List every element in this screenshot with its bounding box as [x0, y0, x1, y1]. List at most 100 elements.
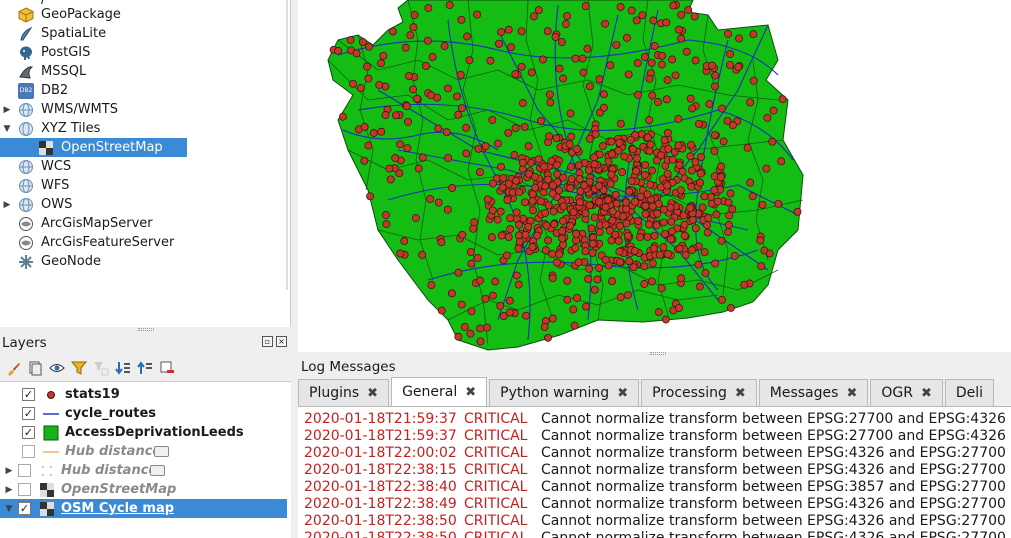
tab-plugins[interactable]: Plugins ✖ [298, 379, 390, 406]
accident-point [391, 154, 400, 163]
accident-point [469, 224, 478, 233]
close-tab-icon[interactable]: ✖ [367, 386, 378, 401]
paint-brush-icon[interactable] [4, 359, 22, 377]
layer-indicator-icon[interactable] [154, 446, 170, 457]
accident-point [746, 98, 755, 107]
close-tab-icon[interactable]: ✖ [846, 386, 857, 401]
accident-point [401, 43, 410, 52]
accident-point [671, 71, 680, 80]
accident-point [558, 227, 567, 236]
float-panel-icon[interactable]: ▫ [262, 336, 273, 347]
accident-point [682, 47, 691, 56]
accident-point [627, 6, 636, 15]
browser-item-geonode[interactable]: GeoNode [0, 252, 290, 271]
browser-item-wms-wmts[interactable]: ▶ WMS/WMTS [0, 100, 290, 119]
layer-visibility-checkbox[interactable]: ✓ [18, 502, 31, 515]
layer-openstreetmap[interactable]: ▶ OpenStreetMap [0, 480, 291, 499]
accident-point [584, 275, 593, 283]
tab-messages[interactable]: Messages ✖ [758, 379, 869, 406]
filter-icon[interactable] [70, 359, 88, 377]
layer-accessdeprivationleeds[interactable]: ✓ AccessDeprivationLeeds [0, 423, 291, 442]
expand-arrow-icon[interactable]: ▶ [0, 105, 14, 115]
layer-cycle-routes[interactable]: ✓ cycle_routes [0, 404, 291, 423]
browser-item-wcs[interactable]: WCS [0, 157, 290, 176]
accident-point [528, 243, 537, 251]
accident-point [634, 90, 642, 99]
accident-point [548, 189, 557, 198]
accident-point [542, 221, 551, 230]
accident-point [674, 114, 683, 123]
accident-point [458, 230, 467, 239]
accident-point [717, 162, 726, 171]
layer-hub-distance-1[interactable]: Hub distance [0, 442, 291, 461]
tab-processing[interactable]: Processing ✖ [641, 379, 757, 406]
close-tab-icon[interactable]: ✖ [617, 386, 628, 401]
browser-item-openstreetmap[interactable]: OpenStreetMap [0, 138, 290, 157]
browser-item-arcgisfeatureserver[interactable]: ArcGisFeatureServer [0, 233, 290, 252]
layer-label: AccessDeprivationLeeds [65, 425, 244, 440]
browser-item-geopackage[interactable]: GeoPackage [0, 5, 290, 24]
close-panel-icon[interactable]: × [276, 336, 287, 347]
remove-layer-icon[interactable] [158, 359, 176, 377]
tab-general[interactable]: General ✖ [391, 377, 488, 406]
layer-label: OpenStreetMap [61, 482, 177, 497]
layer-visibility-checkbox[interactable] [22, 445, 35, 458]
accident-point [440, 42, 449, 50]
accident-point [680, 220, 689, 229]
close-tab-icon[interactable]: ✖ [735, 386, 746, 401]
layer-visibility-checkbox[interactable]: ✓ [22, 407, 35, 420]
accident-point [465, 56, 474, 65]
layer-visibility-checkbox[interactable]: ✓ [22, 388, 35, 401]
browser-item-wfs[interactable]: WFS [0, 176, 290, 195]
eye-icon[interactable] [48, 359, 66, 377]
accident-point [629, 263, 638, 272]
browser-item-postgis[interactable]: PostGIS [0, 43, 290, 62]
filter-legend-icon[interactable] [92, 359, 110, 377]
collapse-arrow-icon[interactable]: ▼ [0, 504, 18, 514]
browser-item-mssql[interactable]: MSSQL [0, 62, 290, 81]
collapse-arrow-icon[interactable]: ▼ [0, 124, 14, 134]
browser-item-spatialite[interactable]: SpatiaLite [0, 24, 290, 43]
map-resize-grip[interactable] [650, 352, 666, 355]
expand-arrow-icon[interactable]: ▶ [0, 200, 14, 210]
expand-arrow-icon[interactable]: ▶ [0, 485, 18, 495]
layer-indicator-icon[interactable] [150, 465, 166, 476]
close-tab-icon[interactable]: ✖ [921, 386, 932, 401]
browser-item-xyz-tiles[interactable]: ▼ XYZ Tiles [0, 119, 290, 138]
close-tab-icon[interactable]: ✖ [465, 385, 476, 400]
accident-point [628, 145, 637, 154]
accident-point [581, 2, 590, 11]
accident-point [527, 68, 536, 77]
layer-hub-distance-2[interactable]: ▶ Hub distance [0, 461, 291, 480]
accident-point [677, 10, 686, 19]
layer-visibility-checkbox[interactable]: ✓ [22, 426, 35, 439]
panel-resize-grip[interactable] [138, 328, 154, 331]
layer-stats19[interactable]: ✓ stats19 [0, 385, 291, 404]
layer-visibility-checkbox[interactable] [18, 483, 31, 496]
add-group-icon[interactable] [26, 359, 44, 377]
collapse-all-icon[interactable] [136, 359, 154, 377]
accident-point [674, 141, 683, 150]
accident-point [724, 228, 733, 236]
accident-point [762, 164, 771, 173]
browser-item-db2[interactable]: DB2 DB2 [0, 81, 290, 100]
layer-osm-cycle-map[interactable]: ▼ ✓ OSM Cycle map [0, 499, 291, 518]
browser-item-arcgismapserver[interactable]: ArcGisMapServer [0, 214, 290, 233]
accident-point [615, 138, 624, 147]
tab-python-warning[interactable]: Python warning ✖ [489, 379, 640, 406]
accident-point [548, 250, 557, 259]
expand-arrow-icon[interactable]: ▶ [0, 466, 18, 476]
accident-point [511, 70, 520, 79]
browser-scrollbar[interactable] [286, 0, 288, 290]
accident-point [703, 228, 712, 237]
tab-ogr[interactable]: OGR ✖ [870, 379, 943, 406]
accident-point [364, 141, 373, 150]
map-render[interactable] [298, 0, 1011, 352]
tab-deli[interactable]: Deli [944, 379, 995, 406]
map-canvas[interactable] [298, 0, 1011, 352]
layer-visibility-checkbox[interactable] [18, 464, 31, 477]
browser-item-ows[interactable]: ▶ OWS [0, 195, 290, 214]
accident-point [688, 246, 696, 254]
expand-all-icon[interactable] [114, 359, 132, 377]
log-messages-list[interactable]: 2020-01-18T21:59:37 CRITICAL Cannot normal… [298, 406, 1011, 538]
